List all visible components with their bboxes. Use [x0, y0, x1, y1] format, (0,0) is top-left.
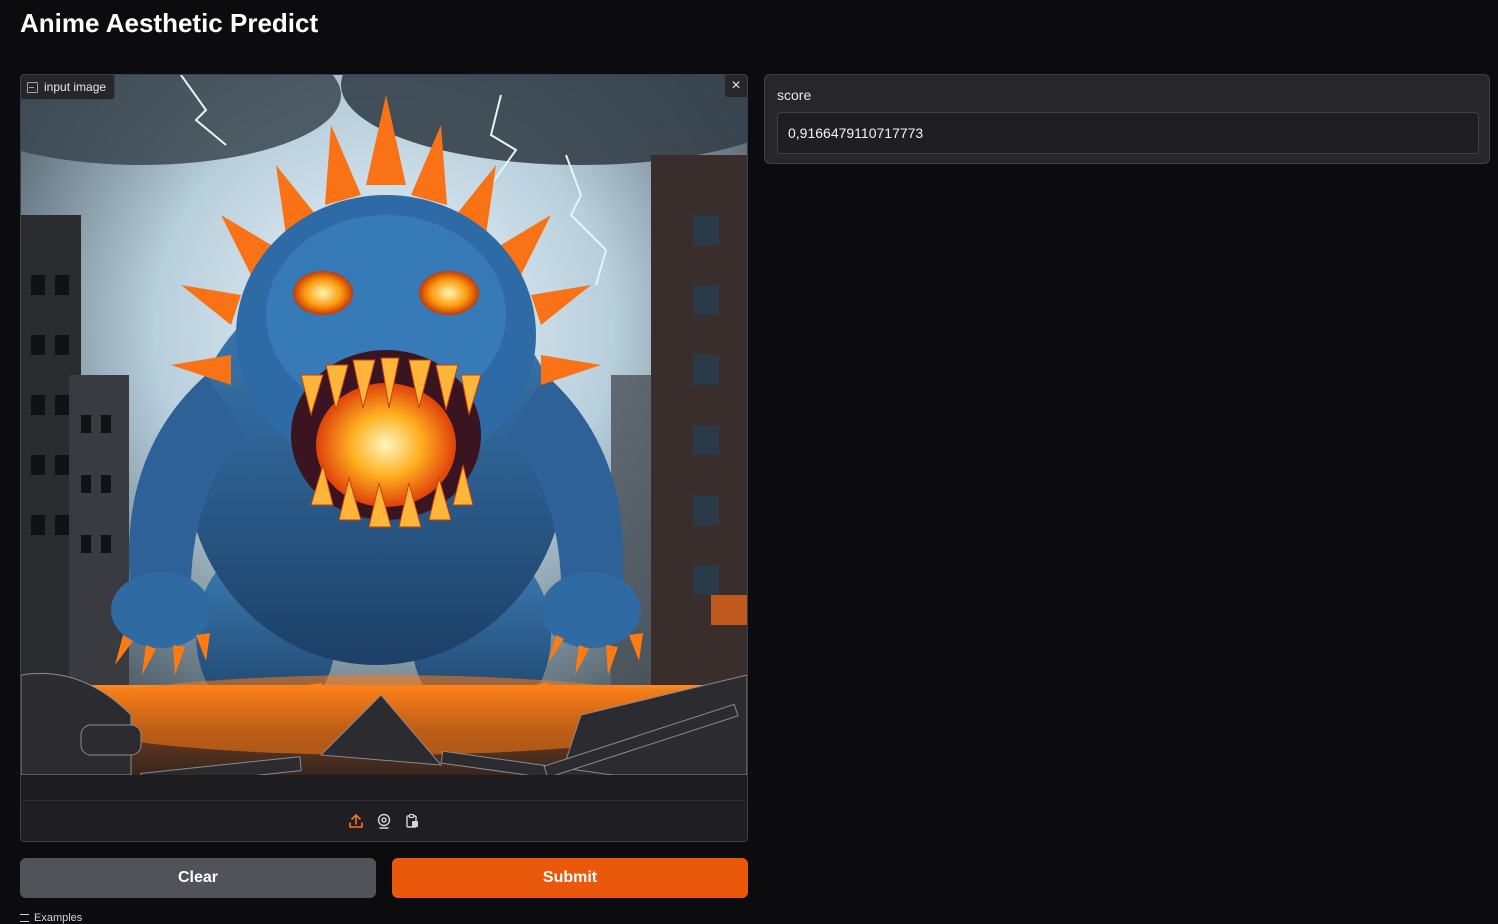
score-output-panel: score 0,9166479110717773	[764, 74, 1490, 164]
examples-section[interactable]: Examples	[20, 912, 82, 924]
score-value-field[interactable]: 0,9166479110717773	[777, 112, 1479, 154]
submit-button[interactable]: Submit	[392, 858, 748, 898]
examples-label: Examples	[34, 912, 83, 924]
input-image-label: input image	[21, 75, 116, 100]
image-source-toolbar	[21, 800, 747, 841]
clear-image-button[interactable]: ×	[724, 75, 747, 98]
input-image-block[interactable]: input image ×	[20, 74, 748, 842]
upload-icon[interactable]	[347, 812, 365, 830]
score-label: score	[777, 87, 812, 103]
clipboard-paste-icon[interactable]	[403, 812, 421, 830]
image-icon	[27, 81, 38, 93]
page-title: Anime Aesthetic Predict	[20, 8, 319, 38]
uploaded-image	[21, 75, 747, 801]
webcam-icon[interactable]	[375, 812, 393, 830]
monster-illustration	[21, 75, 747, 801]
input-image-label-text: input image	[44, 80, 107, 94]
clear-button[interactable]: Clear	[20, 858, 376, 898]
